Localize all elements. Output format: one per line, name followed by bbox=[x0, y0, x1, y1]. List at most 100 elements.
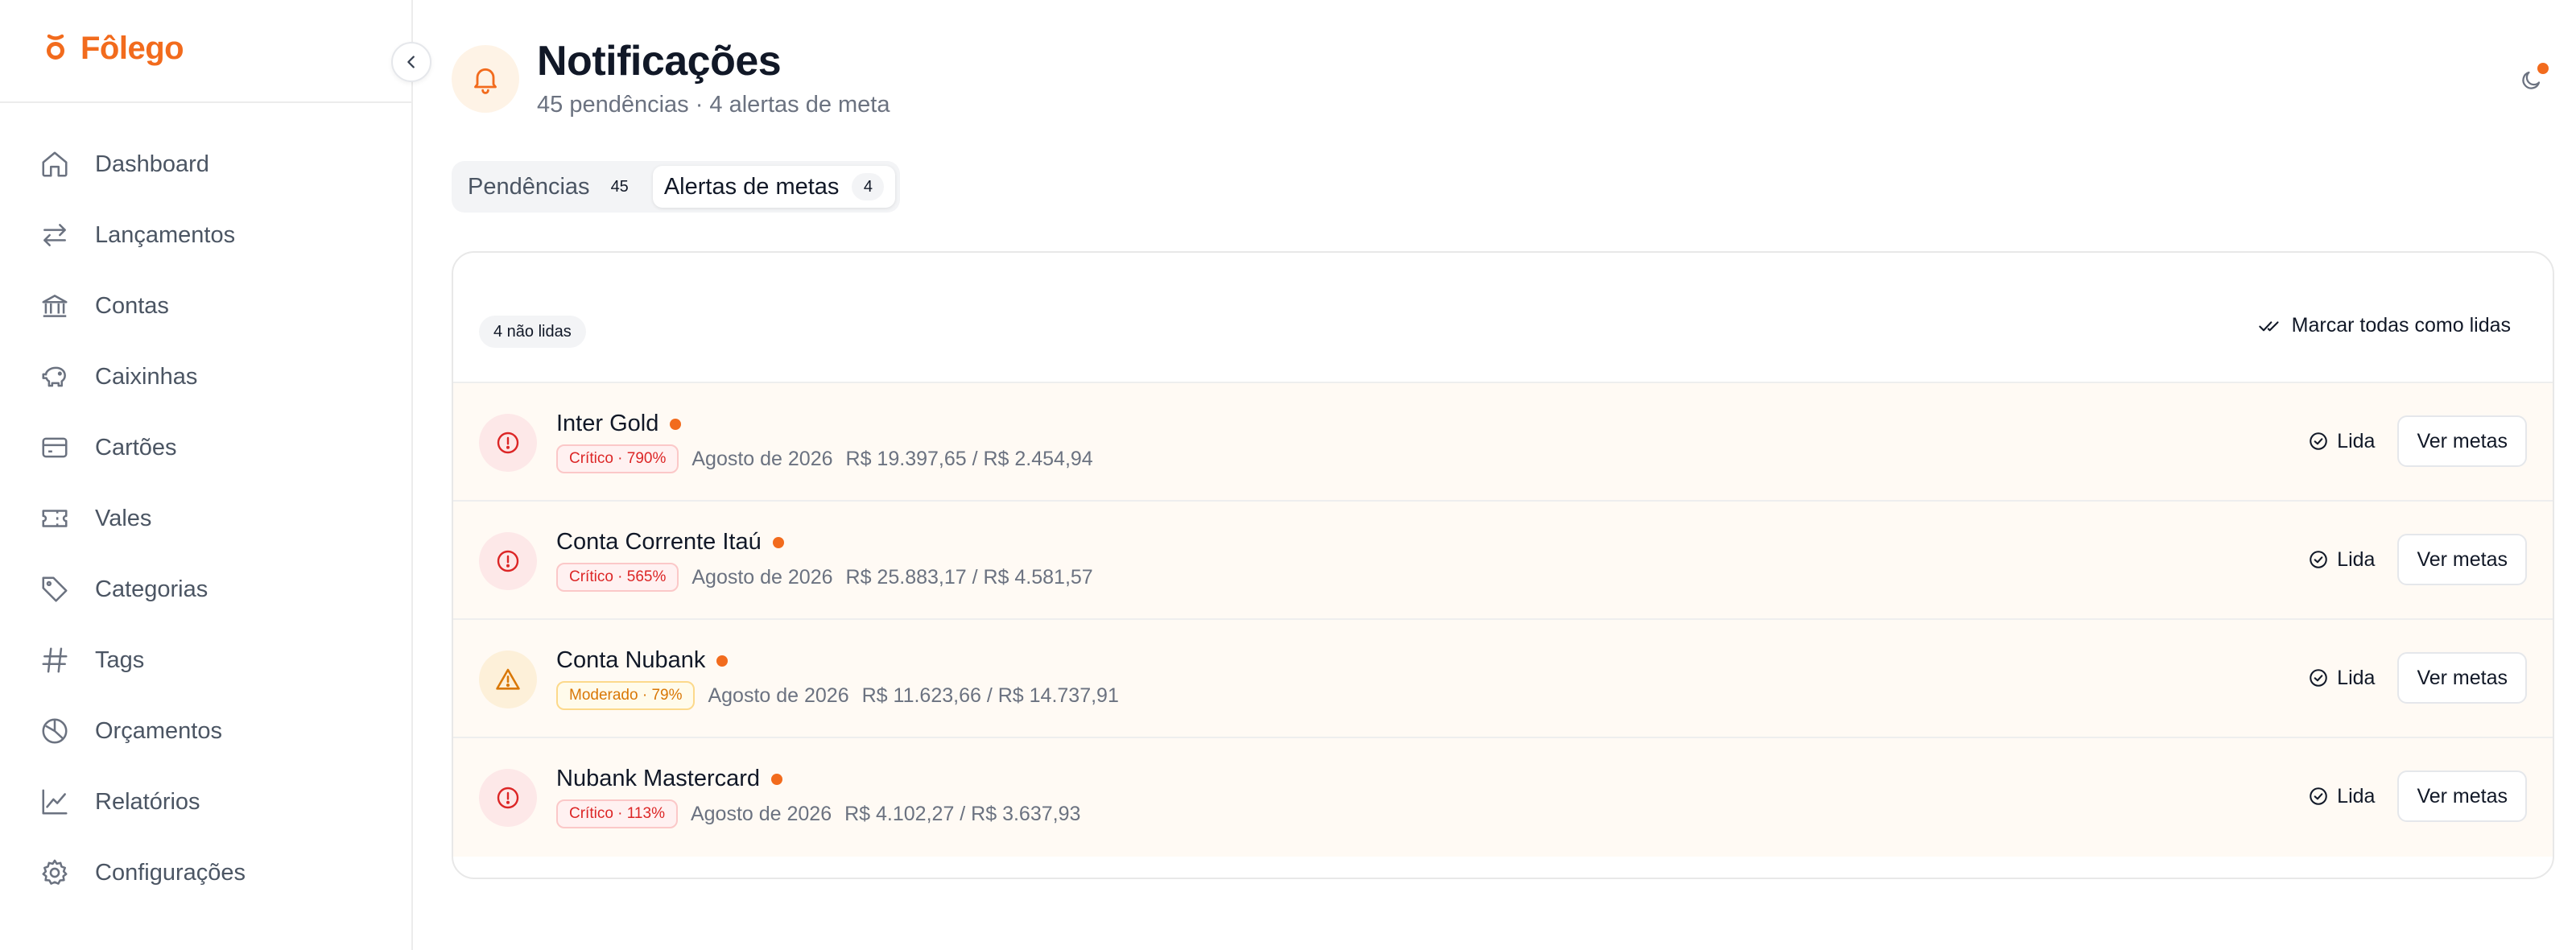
collapse-sidebar-button[interactable] bbox=[391, 42, 431, 82]
double-check-icon bbox=[2258, 320, 2279, 331]
alert-period: Agosto de 2026 bbox=[691, 565, 833, 589]
alert-title: Conta Nubank bbox=[556, 647, 729, 674]
check-circle-icon bbox=[2310, 787, 2327, 805]
mark-read-label: Lida bbox=[2337, 784, 2376, 808]
brand-name: Fôlego bbox=[80, 31, 184, 66]
alert-amounts: R$ 4.102,27 / R$ 3.637,93 bbox=[844, 802, 1081, 825]
sidebar-item-cartoes[interactable]: Cartões bbox=[0, 412, 411, 483]
notification-dot bbox=[2537, 63, 2549, 74]
piggy-bank-icon bbox=[39, 361, 71, 393]
unread-dot bbox=[670, 418, 682, 430]
tab-label: Pendências bbox=[468, 173, 590, 200]
alert-row: Conta Nubank Moderado · 79% Agosto de 20… bbox=[453, 620, 2553, 738]
sidebar-item-label: Relatórios bbox=[95, 788, 200, 815]
alert-circle-icon bbox=[479, 769, 537, 827]
bell-icon bbox=[452, 45, 519, 113]
tabs: Pendências 45 Alertas de metas 4 bbox=[452, 161, 901, 213]
sidebar-divider bbox=[0, 101, 411, 103]
home-icon bbox=[39, 148, 71, 180]
alert-meta: Moderado · 79% Agosto de 2026 R$ 11.623,… bbox=[556, 681, 1119, 710]
alert-meta: Crítico · 113% Agosto de 2026 R$ 4.102,2… bbox=[556, 799, 1080, 828]
sidebar-item-label: Dashboard bbox=[95, 151, 209, 177]
sidebar-item-label: Tags bbox=[95, 646, 145, 673]
tag-icon bbox=[39, 573, 71, 605]
theme-toggle-button[interactable] bbox=[2515, 63, 2549, 97]
sidebar-item-categorias[interactable]: Categorias bbox=[0, 554, 411, 625]
alert-title: Inter Gold bbox=[556, 411, 682, 437]
alert-amounts: R$ 19.397,65 / R$ 2.454,94 bbox=[845, 447, 1093, 470]
sidebar-item-label: Cartões bbox=[95, 434, 177, 461]
check-circle-icon bbox=[2310, 669, 2327, 687]
mark-read-button[interactable]: Lida bbox=[2308, 430, 2375, 453]
alert-row: Inter Gold Crítico · 790% Agosto de 2026… bbox=[453, 383, 2553, 502]
tab-count-badge: 45 bbox=[610, 177, 629, 196]
alert-row: Nubank Mastercard Crítico · 113% Agosto … bbox=[453, 738, 2553, 857]
alert-actions: Lida Ver metas bbox=[2308, 652, 2527, 704]
sidebar-item-dashboard[interactable]: Dashboard bbox=[0, 129, 411, 200]
tab-label: Alertas de metas bbox=[663, 173, 840, 200]
mark-read-button[interactable]: Lida bbox=[2308, 785, 2375, 808]
sidebar-item-contas[interactable]: Contas bbox=[0, 271, 411, 341]
sidebar-item-label: Vales bbox=[95, 505, 152, 531]
severity-badge: Moderado · 79% bbox=[556, 681, 696, 710]
mark-read-label: Lida bbox=[2337, 429, 2376, 452]
severity-badge: Crítico · 113% bbox=[556, 799, 678, 828]
ticket-icon bbox=[39, 502, 71, 535]
alert-actions: Lida Ver metas bbox=[2308, 415, 2527, 467]
sidebar-item-label: Orçamentos bbox=[95, 717, 222, 744]
view-goals-button[interactable]: Ver metas bbox=[2397, 770, 2527, 822]
sidebar-item-caixinhas[interactable]: Caixinhas bbox=[0, 341, 411, 412]
mark-all-read-button[interactable]: Marcar todas como lidas bbox=[2258, 314, 2511, 337]
alert-period: Agosto de 2026 bbox=[690, 802, 832, 825]
view-goals-button[interactable]: Ver metas bbox=[2397, 534, 2527, 585]
sidebar-item-tags[interactable]: Tags bbox=[0, 625, 411, 696]
sidebar-item-relatorios[interactable]: Relatórios bbox=[0, 766, 411, 837]
gear-icon bbox=[39, 857, 71, 889]
alert-period: Agosto de 2026 bbox=[691, 447, 833, 470]
tab-alertas-de-metas[interactable]: Alertas de metas 4 bbox=[652, 166, 896, 208]
alerts-card: 4 não lidas Marcar todas como lidas Inte… bbox=[452, 251, 2554, 879]
bank-icon bbox=[39, 290, 71, 322]
alert-amounts: R$ 25.883,17 / R$ 4.581,57 bbox=[845, 565, 1093, 589]
view-goals-button[interactable]: Ver metas bbox=[2397, 652, 2527, 704]
credit-card-icon bbox=[39, 432, 71, 464]
sidebar-item-label: Lançamentos bbox=[95, 221, 236, 248]
hash-icon bbox=[39, 644, 71, 676]
alert-name: Conta Corrente Itaú bbox=[556, 529, 762, 555]
alert-name: Nubank Mastercard bbox=[556, 766, 761, 791]
brand-mark-icon bbox=[45, 33, 66, 64]
mark-read-button[interactable]: Lida bbox=[2308, 667, 2375, 690]
alert-actions: Lida Ver metas bbox=[2308, 534, 2527, 585]
sidebar-item-label: Caixinhas bbox=[95, 363, 198, 390]
sidebar-item-orcamentos[interactable]: Orçamentos bbox=[0, 696, 411, 766]
alert-name: Inter Gold bbox=[556, 411, 659, 436]
sidebar-item-label: Contas bbox=[95, 292, 169, 319]
alert-actions: Lida Ver metas bbox=[2308, 770, 2527, 822]
line-chart-icon bbox=[39, 786, 71, 818]
sidebar-item-lancamentos[interactable]: Lançamentos bbox=[0, 200, 411, 271]
alert-meta: Crítico · 565% Agosto de 2026 R$ 25.883,… bbox=[556, 563, 1093, 592]
sidebar-item-label: Categorias bbox=[95, 576, 208, 602]
warning-triangle-icon bbox=[479, 651, 537, 708]
sidebar-item-configuracoes[interactable]: Configurações bbox=[0, 837, 411, 908]
alert-title: Nubank Mastercard bbox=[556, 766, 783, 792]
page-title: Notificações bbox=[537, 38, 782, 85]
view-goals-button[interactable]: Ver metas bbox=[2397, 415, 2527, 467]
check-circle-icon bbox=[2310, 432, 2327, 450]
mark-read-button[interactable]: Lida bbox=[2308, 548, 2375, 572]
check-circle-icon bbox=[2310, 551, 2327, 568]
sidebar-item-label: Configurações bbox=[95, 859, 246, 886]
unread-dot bbox=[771, 773, 783, 785]
sidebar-item-vales[interactable]: Vales bbox=[0, 483, 411, 554]
tab-pendencias[interactable]: Pendências 45 bbox=[456, 166, 648, 208]
mark-all-read-label: Marcar todas como lidas bbox=[2291, 314, 2511, 337]
unread-dot bbox=[772, 536, 784, 548]
tab-count-badge: 4 bbox=[852, 173, 885, 200]
brand-logo[interactable]: Fôlego bbox=[45, 31, 184, 67]
alert-name: Conta Nubank bbox=[556, 647, 706, 673]
unread-count-badge: 4 não lidas bbox=[479, 316, 586, 348]
mark-read-label: Lida bbox=[2337, 666, 2376, 689]
severity-badge: Crítico · 565% bbox=[556, 563, 679, 592]
main-content: Notificações 45 pendências · 4 alertas d… bbox=[413, 0, 2576, 950]
alerts-card-header: 4 não lidas Marcar todas como lidas bbox=[453, 253, 2553, 383]
